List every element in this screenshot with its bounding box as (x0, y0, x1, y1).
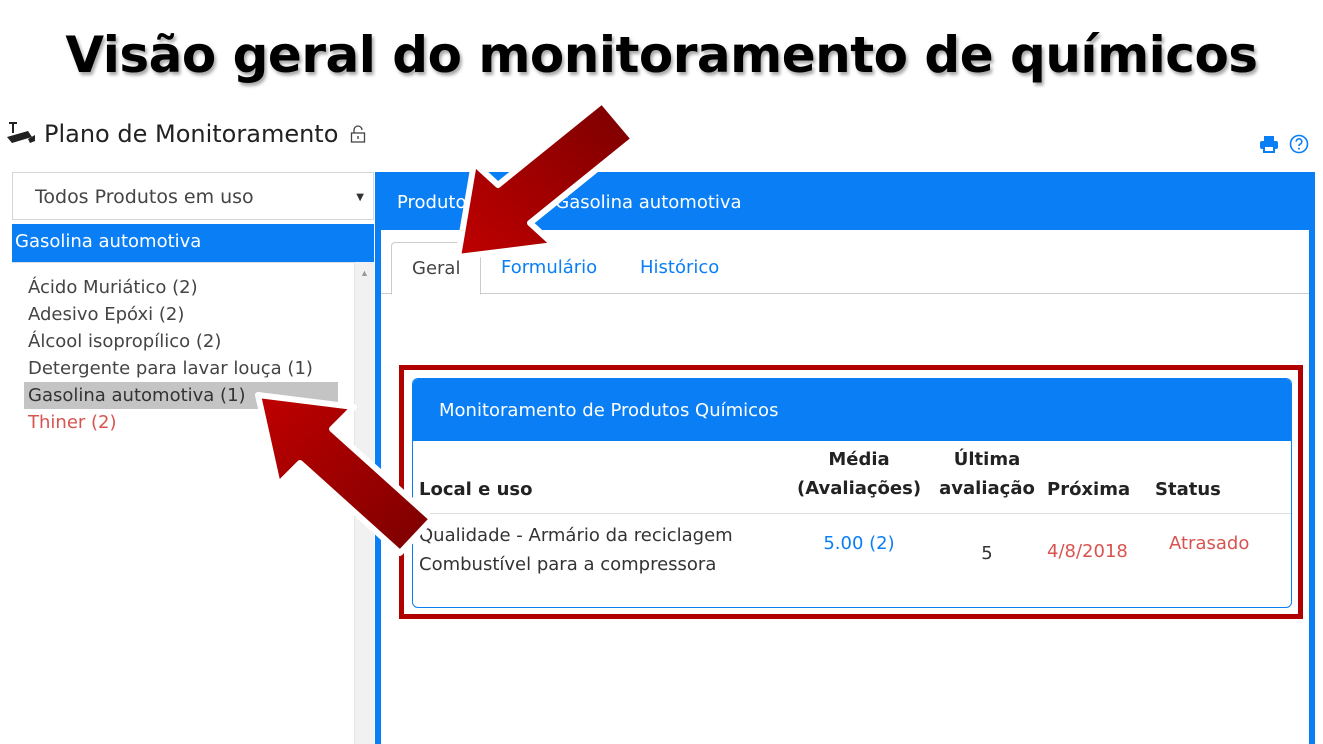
column-header-ultima-line2: avaliação (939, 478, 1035, 499)
selected-product-bar[interactable]: Gasolina automotiva (12, 224, 374, 262)
cell-proxima: 4/8/2018 (1047, 541, 1128, 562)
row-separator (413, 513, 1291, 514)
cell-local-line2: Combustível para a compressora (419, 554, 717, 575)
column-header-media-line1: Média (828, 449, 890, 470)
list-item[interactable]: Ácido Muriático (2) (24, 274, 338, 301)
product-filter-select[interactable]: Todos Produtos em uso ▼ (12, 172, 374, 220)
list-item[interactable]: Álcool isopropílico (2) (24, 328, 338, 355)
column-header-proxima: Próxima (1047, 479, 1131, 500)
cell-media-link[interactable]: 5.00 (2) (797, 529, 921, 558)
column-header-media-line2: (Avaliações) (797, 478, 922, 499)
lock-icon[interactable] (350, 125, 366, 143)
highlight-box: Monitoramento de Produtos Químicos Local… (399, 365, 1303, 619)
cell-local: Qualidade - Armário da reciclagem Combus… (419, 521, 733, 579)
help-icon[interactable] (1289, 134, 1309, 154)
list-item[interactable]: Detergente para lavar louça (1) (24, 355, 338, 382)
list-scrollbar[interactable]: ▲ (354, 262, 374, 744)
monitoring-card: Monitoramento de Produtos Químicos Local… (412, 378, 1292, 608)
detail-panel: Produto químico: Gasolina automotiva Ger… (375, 172, 1315, 744)
cell-status: Atrasado (1169, 533, 1250, 554)
tab-geral[interactable]: Geral (391, 242, 481, 295)
app-title: Plano de Monitoramento (44, 120, 339, 148)
column-header-ultima-line1: Última (953, 449, 1021, 470)
column-header-status: Status (1155, 479, 1221, 500)
security-camera-icon (7, 122, 35, 143)
column-header-media: Média (Avaliações) (797, 445, 921, 503)
detail-body: Geral Formulário Histórico Monitoramento… (381, 230, 1309, 744)
slide-title: Visão geral do monitoramento de químicos (65, 26, 1258, 84)
card-title: Monitoramento de Produtos Químicos (413, 379, 1291, 441)
list-item-overdue[interactable]: Thiner (2) (24, 409, 338, 436)
scroll-up-icon[interactable]: ▲ (360, 268, 369, 278)
product-filter-value: Todos Produtos em uso (35, 186, 254, 208)
product-list-items: Ácido Muriático (2) Adesivo Epóxi (2) Ál… (24, 274, 338, 436)
column-header-ultima: Última avaliação (939, 445, 1035, 503)
tab-formulario[interactable]: Formulário (501, 242, 597, 295)
list-item[interactable]: Adesivo Epóxi (2) (24, 301, 338, 328)
tab-historico[interactable]: Histórico (640, 242, 719, 295)
toolbar (1259, 134, 1309, 154)
cell-ultima: 5 (981, 543, 993, 564)
cell-local-line1: Qualidade - Armário da reciclagem (419, 525, 733, 546)
tab-bar: Geral Formulário Histórico (381, 230, 1309, 295)
app-header: Plano de Monitoramento (6, 120, 366, 148)
chevron-down-icon: ▼ (356, 192, 364, 203)
print-icon[interactable] (1259, 134, 1279, 154)
detail-header: Produto químico: Gasolina automotiva (397, 192, 742, 213)
list-item-active[interactable]: Gasolina automotiva (1) (24, 382, 338, 409)
column-header-local: Local e uso (419, 479, 533, 500)
